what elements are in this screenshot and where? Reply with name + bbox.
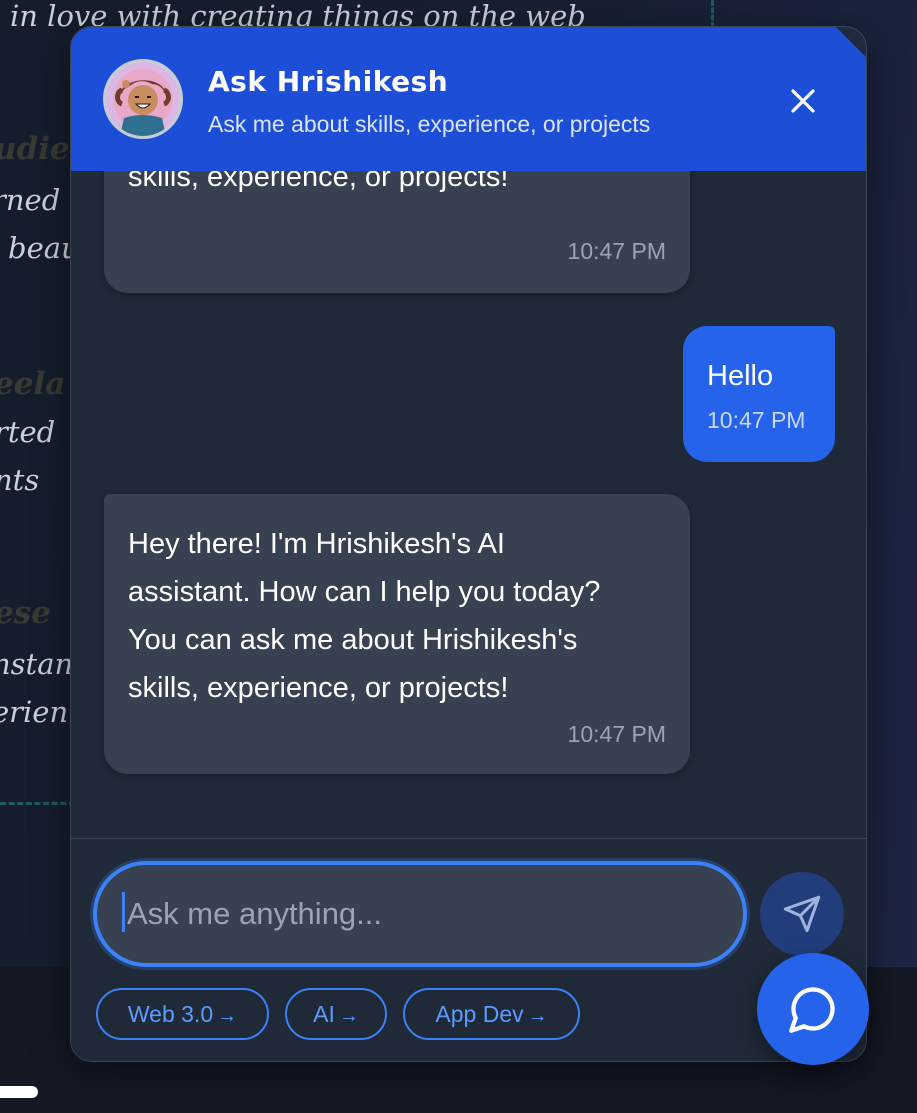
- message-line: Hey there! I'm Hrishikesh's AI: [128, 528, 505, 560]
- chip-web3[interactable]: Web 3.0 →: [96, 988, 269, 1040]
- home-indicator: [0, 1086, 38, 1098]
- background-text: beau: [8, 231, 80, 265]
- chat-title: Ask Hrishikesh: [208, 65, 449, 98]
- chat-bubble-icon: [789, 987, 835, 1033]
- chat-panel: Ask Hrishikesh Ask me about skills, expe…: [70, 26, 867, 1062]
- message-timestamp: 10:47 PM: [567, 238, 666, 264]
- chat-header: Ask Hrishikesh Ask me about skills, expe…: [71, 27, 866, 171]
- message-list[interactable]: skills, experience, or projects! 10:47 P…: [71, 171, 866, 839]
- arrow-right-icon: →: [217, 1005, 238, 1027]
- background-text: rned: [0, 183, 61, 217]
- background-heading: ese: [0, 595, 51, 631]
- background-heading: udie: [0, 131, 70, 167]
- chip-label: App Dev: [435, 1001, 524, 1027]
- arrow-right-icon: →: [527, 1005, 548, 1027]
- bot-message: skills, experience, or projects! 10:47 P…: [104, 171, 690, 293]
- text-caret: [122, 892, 125, 932]
- chat-toggle-button[interactable]: [757, 953, 869, 1065]
- message-line: You can ask me about Hrishikesh's: [128, 624, 578, 656]
- chip-label: AI: [313, 1001, 335, 1027]
- message-timestamp: 10:47 PM: [567, 721, 666, 747]
- background-text: nstan: [0, 647, 74, 681]
- background-text: erien: [0, 695, 69, 729]
- chip-label: Web 3.0: [127, 1001, 214, 1027]
- close-button[interactable]: [783, 81, 823, 121]
- chat-input[interactable]: [93, 861, 747, 967]
- user-message: Hello 10:47 PM: [683, 326, 835, 462]
- send-icon: [783, 895, 821, 933]
- avatar: [103, 59, 183, 139]
- avatar-illustration: [106, 62, 180, 136]
- send-button[interactable]: [760, 872, 844, 956]
- background-heading: eela: [0, 366, 66, 402]
- close-icon: [791, 89, 815, 113]
- header-corner-fold: [836, 27, 866, 59]
- background-text: nts: [0, 463, 40, 497]
- background-text: rted: [0, 415, 56, 449]
- chip-ai[interactable]: AI →: [285, 988, 387, 1040]
- chat-subtitle: Ask me about skills, experience, or proj…: [208, 111, 651, 137]
- bot-message: Hey there! I'm Hrishikesh's AI assistant…: [104, 494, 690, 774]
- message-line: Hello: [707, 360, 774, 392]
- message-line: skills, experience, or projects!: [128, 672, 509, 704]
- composer: Web 3.0→ AI→ App Dev→: [71, 838, 866, 1061]
- message-timestamp: 10:47 PM: [707, 407, 806, 433]
- chip-app-dev[interactable]: App Dev →: [403, 988, 580, 1040]
- arrow-right-icon: →: [338, 1005, 359, 1027]
- message-line: assistant. How can I help you today?: [128, 576, 601, 608]
- dashed-divider: [711, 0, 714, 28]
- dashed-divider: [0, 802, 75, 805]
- message-line: skills, experience, or projects!: [128, 171, 509, 193]
